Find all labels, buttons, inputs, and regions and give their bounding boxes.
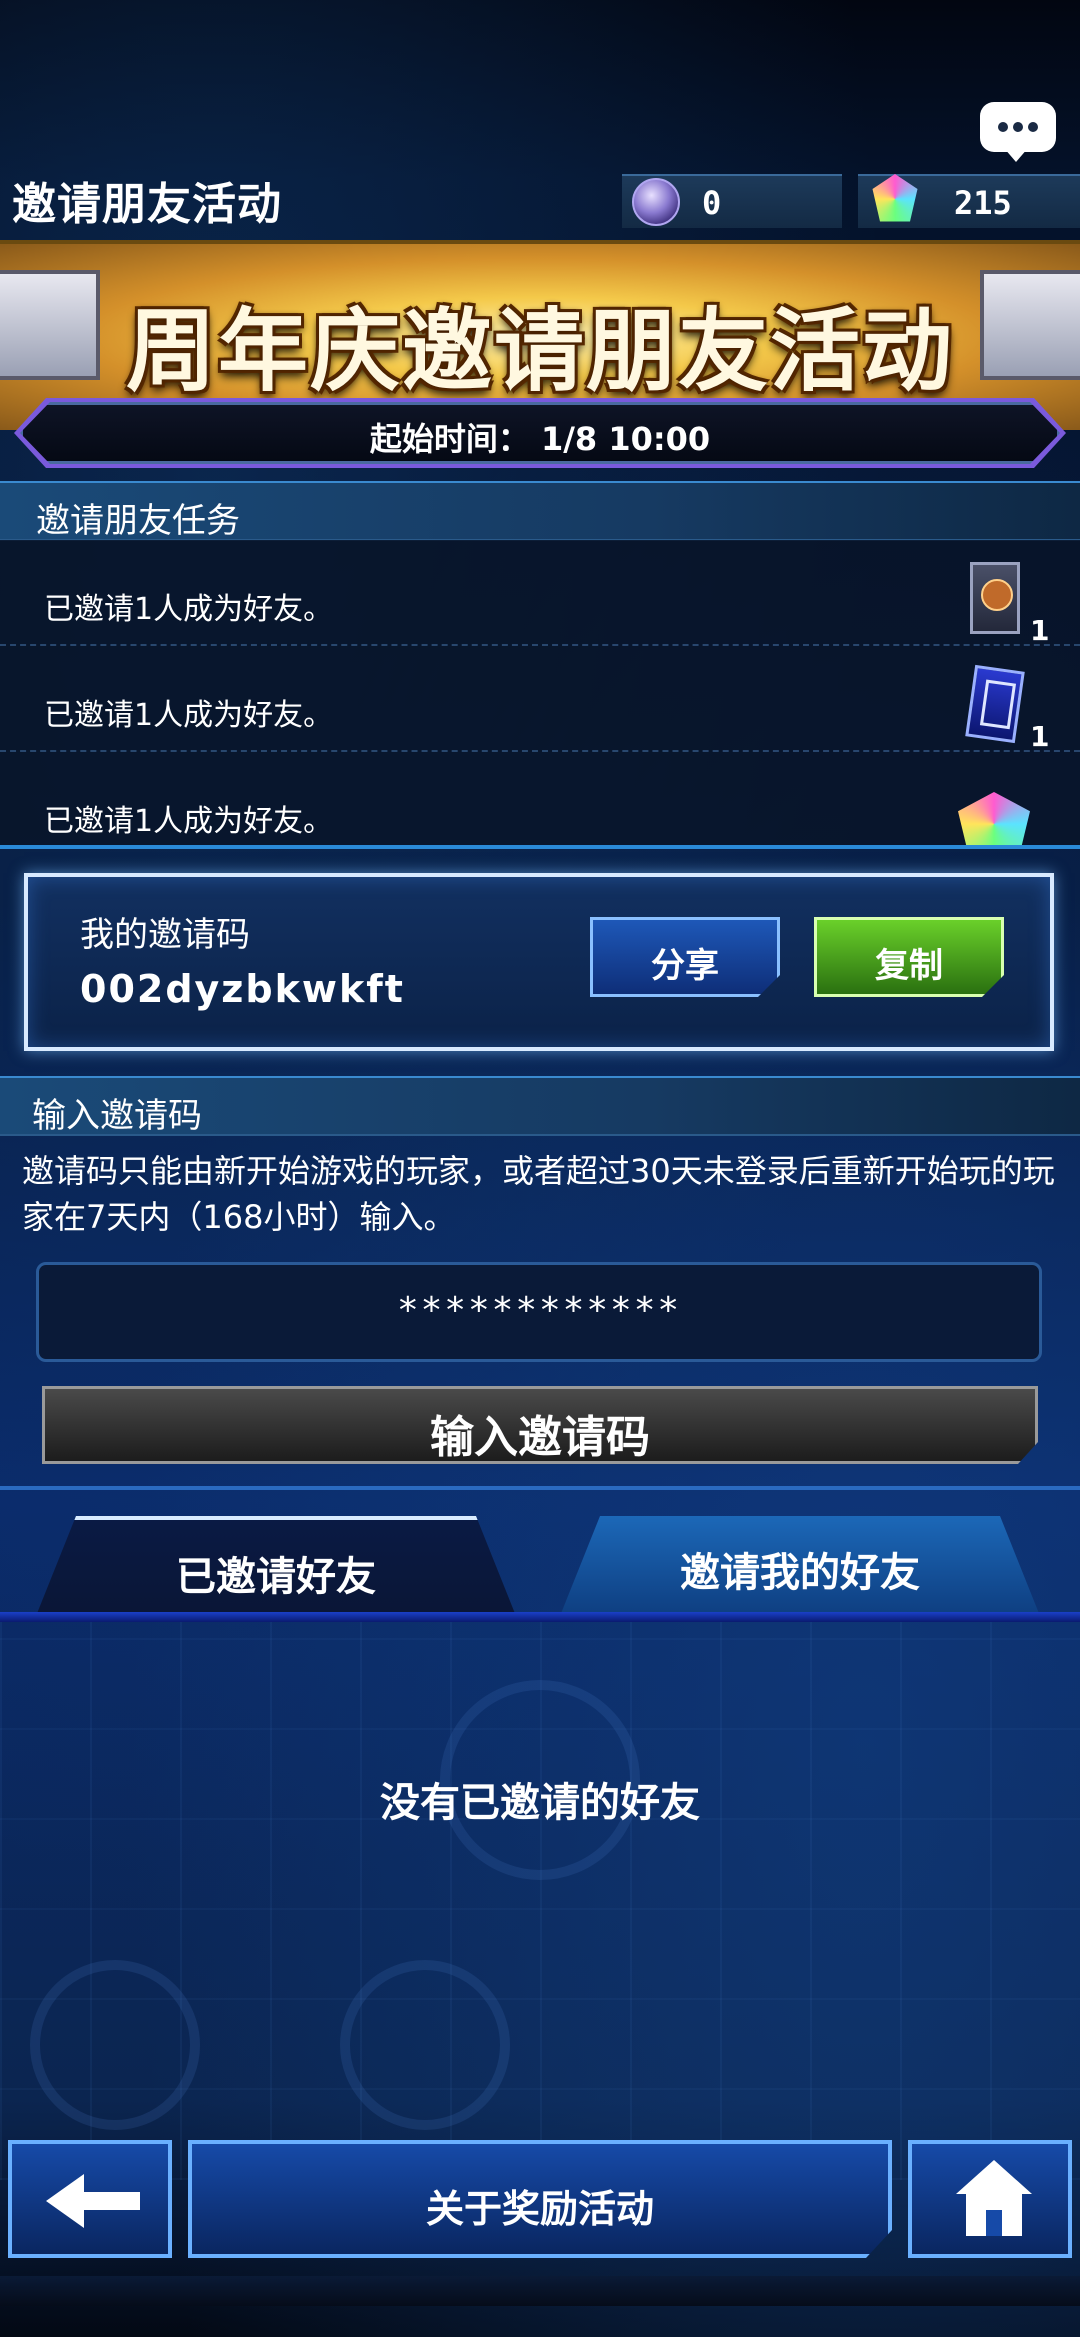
home-icon	[956, 2160, 1032, 2238]
orb-currency: 0	[622, 174, 842, 228]
tab-inviter-friends[interactable]: 邀请我的好友	[560, 1516, 1040, 1616]
orb-count: 0	[702, 184, 722, 222]
share-button-label: 分享	[651, 946, 719, 986]
mission-text: 已邀请1人成为好友。	[44, 804, 334, 839]
about-rewards-label: 关于奖励活动	[425, 2187, 654, 2231]
card-pack-icon	[970, 562, 1020, 634]
reward-count: 1	[1030, 720, 1050, 753]
chat-button[interactable]	[980, 102, 1056, 162]
back-button[interactable]	[8, 2140, 172, 2258]
enter-code-description: 邀请码只能由新开始游戏的玩家，或者超过30天未登录后重新开始玩的玩家在7天内（1…	[22, 1152, 1055, 1236]
page-title: 邀请朋友活动	[12, 179, 282, 230]
mission-item: 已邀请1人成为好友。 1	[0, 646, 1080, 753]
orb-icon	[632, 178, 680, 226]
event-start-time: 起始时间： 1/8 10:00	[369, 420, 711, 458]
card-icon	[965, 664, 1025, 744]
chat-bubble-icon	[1028, 122, 1038, 132]
mission-text: 已邀请1人成为好友。	[44, 698, 334, 733]
share-button[interactable]: 分享	[590, 917, 780, 997]
my-invite-code-panel: 我的邀请码 002dyzbkwkft 分享 复制	[24, 873, 1054, 1051]
home-button[interactable]	[908, 2140, 1072, 2258]
chat-bubble-icon	[998, 122, 1008, 132]
mission-item: 已邀请1人成为好友。	[0, 752, 1080, 845]
tab-inviter-friends-label: 邀请我的好友	[680, 1550, 920, 1596]
reward-count: 1	[1030, 614, 1050, 647]
tab-invited-friends-label: 已邀请好友	[176, 1554, 376, 1600]
my-invite-code-value: 002dyzbkwkft	[80, 967, 405, 1011]
my-invite-code-label: 我的邀请码	[80, 915, 250, 955]
enter-code-section-title: 输入邀请码	[32, 1096, 202, 1136]
divider	[0, 845, 1080, 849]
enter-code-button[interactable]: 输入邀请码	[42, 1386, 1038, 1464]
event-banner: 周年庆邀请朋友活动 起始时间： 1/8 10:00	[0, 240, 1080, 475]
gem-count: 215	[954, 184, 1012, 222]
gem-currency: 215	[858, 174, 1080, 228]
enter-code-section-header: 输入邀请码	[0, 1076, 1080, 1136]
top-bar: 邀请朋友活动 0 215	[0, 160, 1080, 240]
background-circle	[340, 1960, 510, 2130]
enter-code-button-label: 输入邀请码	[430, 1412, 650, 1463]
copy-button[interactable]: 复制	[814, 917, 1004, 997]
back-arrow-icon	[46, 2174, 142, 2228]
gem-icon	[958, 792, 1030, 845]
mission-list[interactable]: 已邀请1人成为好友。 1 已邀请1人成为好友。 1 已邀请1人成为好友。	[0, 540, 1080, 845]
mission-text: 已邀请1人成为好友。	[44, 592, 334, 627]
mission-item: 已邀请1人成为好友。 1	[0, 540, 1080, 647]
tab-divider	[0, 1486, 1080, 1490]
copy-button-label: 复制	[875, 946, 943, 986]
missions-section-header: 邀请朋友任务	[0, 481, 1080, 541]
missions-section-title: 邀请朋友任务	[36, 501, 240, 541]
background-circle	[30, 1960, 200, 2130]
gem-icon	[872, 174, 918, 222]
bottom-strip	[0, 2276, 1080, 2306]
tab-invited-friends[interactable]: 已邀请好友	[36, 1516, 516, 1616]
tab-underline	[0, 1612, 1080, 1622]
empty-list-message: 没有已邀请的好友	[380, 1780, 700, 1826]
about-rewards-button[interactable]: 关于奖励活动	[188, 2140, 892, 2258]
banner-title: 周年庆邀请朋友活动	[126, 299, 954, 404]
chat-bubble-icon	[1013, 122, 1023, 132]
invite-code-input[interactable]: ************	[36, 1262, 1042, 1362]
